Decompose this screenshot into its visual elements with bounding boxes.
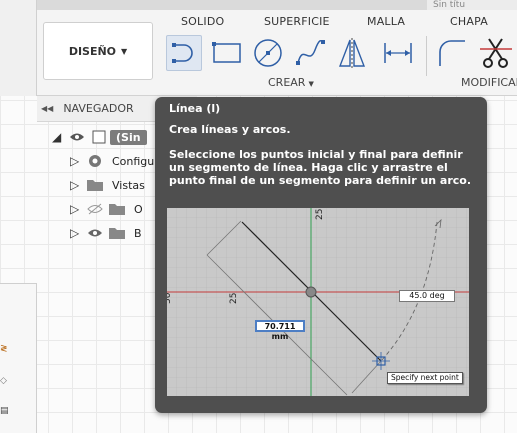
tab-chapa[interactable]: CHAPA bbox=[450, 15, 488, 28]
rectangle-tool-button[interactable] bbox=[209, 35, 245, 71]
expand-triangle-icon[interactable]: ▷ bbox=[70, 226, 84, 240]
gear-icon bbox=[84, 153, 106, 169]
length-input-box: 70.711 mm bbox=[255, 320, 305, 341]
document-icon bbox=[88, 130, 110, 144]
tab-superficie[interactable]: SUPERFICIE bbox=[264, 15, 330, 28]
side-doc-icon: ▤ bbox=[0, 406, 9, 416]
navigator-item-label: B bbox=[134, 226, 142, 240]
mirror-icon bbox=[338, 38, 366, 68]
ruler-left-label: 25 bbox=[229, 292, 239, 304]
hidden-eye-icon[interactable] bbox=[84, 203, 106, 215]
mirror-tool-button[interactable] bbox=[334, 35, 370, 71]
caret-down-icon: ▼ bbox=[121, 46, 128, 56]
workspace-dropdown-label: DISEÑO bbox=[68, 44, 117, 58]
folder-icon bbox=[106, 202, 128, 216]
navigator-root-row[interactable]: ◢ (Sin bbox=[52, 127, 147, 147]
tooltip-title: Línea (l) bbox=[169, 102, 221, 115]
folder-icon bbox=[84, 178, 106, 192]
modify-group-label: MODIFICAR bbox=[461, 76, 517, 89]
navigator-item-bodies[interactable]: ▷ B bbox=[70, 223, 142, 243]
document-tab-label: Sin títu bbox=[433, 0, 466, 10]
dimension-tool-button[interactable] bbox=[380, 35, 416, 71]
toolbar: SOLIDO SUPERFICIE MALLA CHAPA DISEÑO ▼ C… bbox=[37, 10, 517, 96]
create-group-label: CREAR bbox=[268, 76, 306, 89]
tooltip-description: Seleccione los puntos inicial y final pa… bbox=[169, 148, 472, 187]
trim-tool-button[interactable] bbox=[478, 35, 514, 71]
expand-triangle-icon[interactable]: ▷ bbox=[70, 202, 84, 216]
eye-icon[interactable] bbox=[66, 132, 88, 142]
folder-icon bbox=[106, 226, 128, 240]
tooltip-subtitle: Crea líneas y arcos. bbox=[169, 123, 291, 136]
navigator-root-label: (Sin bbox=[110, 129, 147, 145]
eye-icon[interactable] bbox=[84, 228, 106, 238]
caret-down-icon: ▼ bbox=[308, 80, 314, 88]
ruler-top-label: 25 bbox=[315, 208, 325, 220]
tooltip-preview-image: 25 25 50 70.711 mm 45.0 deg Specify next… bbox=[167, 208, 469, 396]
navigator-item-views[interactable]: ▷ Vistas bbox=[70, 175, 145, 195]
line-icon bbox=[172, 43, 193, 63]
workspace-dropdown-button[interactable]: DISEÑO ▼ bbox=[43, 22, 153, 80]
collapse-triangle-icon[interactable]: ◢ bbox=[52, 130, 66, 144]
toolbar-separator bbox=[426, 36, 427, 76]
edge-label: 50 bbox=[167, 292, 173, 304]
side-shape-icon: ◇ bbox=[0, 376, 7, 386]
dimension-icon bbox=[384, 43, 412, 63]
scissors-icon bbox=[480, 38, 512, 68]
rectangle-icon bbox=[212, 42, 241, 63]
spline-tool-button[interactable] bbox=[292, 35, 328, 71]
fillet-icon bbox=[439, 40, 465, 66]
navigator-title: NAVEGADOR bbox=[63, 102, 134, 115]
navigator-item-label: Configu bbox=[112, 154, 155, 168]
line-tool-button[interactable] bbox=[166, 35, 202, 71]
expand-triangle-icon[interactable]: ▷ bbox=[70, 154, 84, 168]
line-tool-tooltip: Línea (l) Crea líneas y arcos. Seleccion… bbox=[155, 97, 487, 413]
expand-triangle-icon[interactable]: ▷ bbox=[70, 178, 84, 192]
circle-tool-button[interactable] bbox=[250, 35, 286, 71]
fillet-tool-button[interactable] bbox=[434, 35, 470, 71]
left-side-panel bbox=[0, 0, 37, 96]
navigator-item-label: Vistas bbox=[112, 178, 145, 192]
angle-input-box: 45.0 deg bbox=[399, 290, 455, 302]
specify-point-hint: Specify next point bbox=[387, 372, 463, 384]
document-tab-strip: Sin títu bbox=[37, 0, 517, 10]
document-tab[interactable]: Sin títu bbox=[427, 0, 517, 10]
spline-icon bbox=[296, 40, 325, 65]
navigator-item-origin[interactable]: ▷ O bbox=[70, 199, 143, 219]
tab-malla[interactable]: MALLA bbox=[367, 15, 405, 28]
left-side-panel-lower: ≷ ◇ ▤ bbox=[0, 283, 37, 433]
create-group-menu[interactable]: CREAR ▼ bbox=[268, 76, 314, 89]
circle-icon bbox=[254, 39, 282, 67]
collapse-navigator-icon[interactable]: ◀◀ bbox=[41, 104, 53, 113]
tab-solido[interactable]: SOLIDO bbox=[181, 15, 224, 28]
preview-sketch bbox=[167, 208, 469, 396]
side-mark-icon: ≷ bbox=[0, 344, 8, 354]
navigator-item-label: O bbox=[134, 202, 143, 216]
navigator-item-configuration[interactable]: ▷ Configu bbox=[70, 151, 154, 171]
modify-group-menu[interactable]: MODIFICAR bbox=[461, 76, 517, 89]
